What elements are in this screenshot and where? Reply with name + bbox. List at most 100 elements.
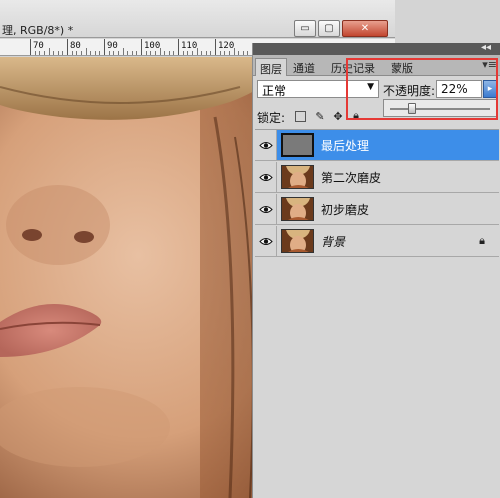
collapse-icon[interactable]: ◂◂	[481, 42, 491, 53]
close-button[interactable]: ✕	[342, 20, 388, 37]
ruler-minor-tick	[39, 51, 41, 55]
ruler-minor-tick	[210, 51, 212, 55]
tab-history[interactable]: 历史记录	[327, 58, 379, 76]
document-title-bar[interactable]: 理, RGB/8*) * ▭ ▢ ✕	[0, 0, 395, 38]
ruler-label: 70	[33, 41, 44, 51]
ruler-minor-tick	[85, 48, 87, 55]
ruler-minor-tick	[205, 51, 207, 55]
ruler-minor-tick	[159, 48, 161, 55]
ruler-minor-tick	[145, 51, 147, 55]
layer-row[interactable]: 初步磨皮	[255, 194, 499, 225]
panel-menu-icon[interactable]: ▾≡	[482, 58, 497, 71]
ruler-minor-tick	[76, 51, 78, 55]
ruler-minor-tick	[187, 51, 189, 55]
layer-name: 初步磨皮	[321, 203, 370, 217]
ruler-minor-tick	[122, 48, 124, 55]
ruler-minor-tick	[71, 51, 73, 55]
ruler-minor-tick	[62, 51, 64, 55]
blend-mode-select[interactable]: 正常 ▼	[257, 80, 379, 98]
ruler-minor-tick	[228, 51, 230, 55]
ruler-label: 80	[70, 41, 81, 51]
ruler-minor-tick	[80, 51, 82, 55]
ruler-minor-tick	[247, 51, 249, 55]
tab-channels[interactable]: 通道	[289, 58, 319, 76]
tab-layers-label: 图层	[260, 63, 282, 76]
ruler-minor-tick	[164, 51, 166, 55]
tab-history-label: 历史记录	[331, 62, 375, 75]
ruler-label: 120	[218, 41, 235, 51]
ruler-minor-tick	[201, 51, 203, 55]
ruler-minor-tick	[48, 48, 50, 55]
ruler-minor-tick	[182, 51, 184, 55]
tab-masks-label: 蒙版	[391, 62, 413, 75]
ruler-major-tick	[104, 39, 105, 55]
visibility-toggle[interactable]	[255, 162, 277, 192]
ruler-minor-tick	[108, 51, 110, 55]
eye-icon	[258, 141, 273, 149]
ruler-minor-tick	[131, 51, 133, 55]
layer-row[interactable]: 第二次磨皮	[255, 162, 499, 193]
lock-transparent-icon[interactable]	[295, 111, 306, 122]
lock-brush-icon[interactable]: ✎	[313, 109, 327, 123]
ruler-minor-tick	[196, 48, 198, 55]
ruler-minor-tick	[53, 51, 55, 55]
lock-icon: 🔒︎	[479, 234, 485, 247]
ruler-minor-tick	[90, 51, 92, 55]
layer-name: 最后处理	[321, 139, 370, 153]
ruler-minor-tick	[34, 51, 36, 55]
ruler-minor-tick	[117, 51, 119, 55]
lock-label: 锁定:	[257, 111, 286, 125]
ruler-major-tick	[67, 39, 68, 55]
document-title: 理, RGB/8*) *	[2, 24, 74, 37]
tab-layers[interactable]: 图层	[255, 58, 287, 76]
opacity-slider-track[interactable]	[390, 108, 490, 110]
layer-thumbnail	[281, 133, 314, 157]
ruler-minor-tick	[127, 51, 129, 55]
minimize-button[interactable]: ▭	[294, 20, 316, 37]
blend-mode-value: 正常	[262, 84, 287, 98]
ruler-minor-tick	[57, 51, 59, 55]
eye-icon	[258, 205, 273, 213]
ruler-label: 100	[144, 41, 161, 51]
ruler-major-tick	[215, 39, 216, 55]
ruler-major-tick	[141, 39, 142, 55]
ruler-minor-tick	[191, 51, 193, 55]
opacity-slider-toggle[interactable]: ▸	[483, 80, 497, 98]
lock-move-icon[interactable]: ✥	[331, 109, 345, 123]
ruler-minor-tick	[43, 51, 45, 55]
ruler-major-tick	[178, 39, 179, 55]
layer-thumbnail	[281, 197, 314, 221]
maximize-icon: ▢	[324, 23, 334, 34]
ruler-minor-tick	[173, 51, 175, 55]
opacity-input[interactable]	[436, 80, 482, 98]
ruler-major-tick	[30, 39, 31, 55]
minimize-icon: ▭	[300, 23, 310, 34]
layer-row[interactable]: 背景 🔒︎	[255, 226, 499, 257]
ruler-minor-tick	[94, 51, 96, 55]
maximize-button[interactable]: ▢	[318, 20, 340, 37]
tab-masks[interactable]: 蒙版	[387, 58, 417, 76]
ruler-minor-tick	[219, 51, 221, 55]
layer-list: 最后处理第二次磨皮初步磨皮背景 🔒︎	[255, 129, 499, 257]
eye-icon	[258, 173, 273, 181]
opacity-slider-popup	[383, 99, 497, 117]
layer-row[interactable]: 最后处理	[255, 130, 499, 161]
panel-header-bar[interactable]: ◂◂	[253, 42, 500, 55]
ruler-label: 110	[181, 41, 198, 51]
eye-icon	[258, 237, 273, 245]
ruler-minor-tick	[150, 51, 152, 55]
layer-name: 背景	[321, 235, 346, 249]
ruler-minor-tick	[99, 51, 101, 55]
visibility-toggle[interactable]	[255, 226, 277, 256]
tab-channels-label: 通道	[293, 62, 315, 75]
layers-panel: ◂◂ 图层 通道 历史记录 蒙版 ▾≡ 正常 ▼ 不透明度: ▸ 锁定: ✎ ✥…	[252, 42, 500, 498]
ruler-minor-tick	[136, 51, 138, 55]
visibility-toggle[interactable]	[255, 194, 277, 224]
lock-all-icon[interactable]: 🔒︎	[349, 109, 363, 123]
layer-name: 第二次磨皮	[321, 171, 382, 185]
visibility-toggle[interactable]	[255, 130, 277, 160]
layer-thumbnail	[281, 229, 314, 253]
close-icon: ✕	[360, 23, 370, 34]
opacity-slider-thumb[interactable]	[408, 103, 416, 114]
ruler-minor-tick	[154, 51, 156, 55]
